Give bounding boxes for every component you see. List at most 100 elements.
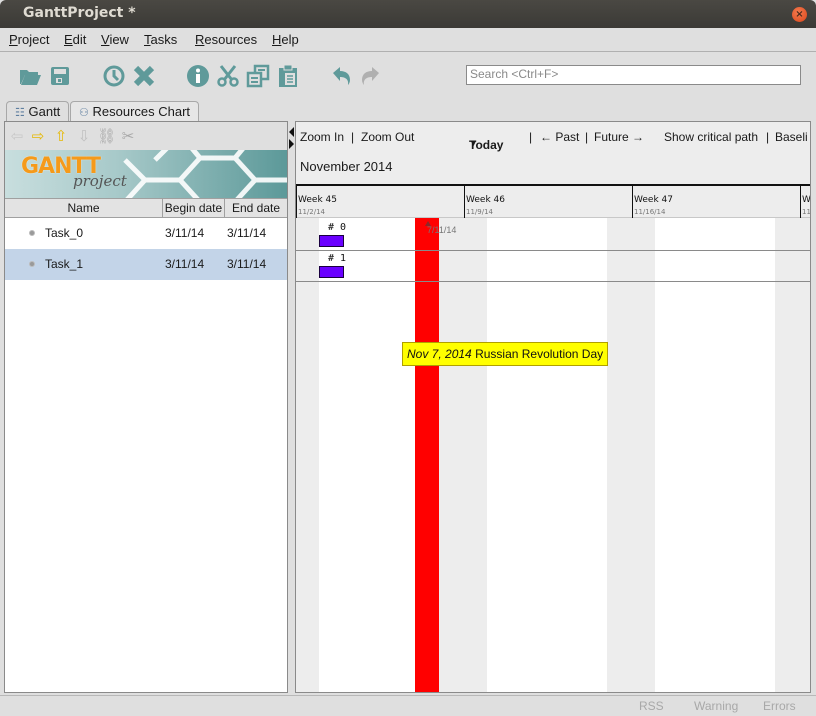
floppy-disk-icon[interactable] (48, 64, 72, 88)
errors-indicator[interactable]: Errors (763, 699, 796, 713)
column-header-end-date[interactable]: End date (225, 199, 287, 218)
column-header-name[interactable]: Name (5, 199, 163, 218)
tab-label: Resources Chart (92, 104, 191, 119)
menu-mnemonic: H (272, 32, 282, 47)
weekend-column (607, 218, 655, 692)
week-date: 11/16/14 (634, 208, 666, 216)
task-begin-date: 3/11/14 (165, 257, 205, 271)
menu-mnemonic: P (9, 32, 18, 47)
rss-indicator[interactable]: RSS (639, 699, 664, 713)
week-label: W (802, 195, 811, 205)
week-column: Week 47 11/16/14 (632, 186, 673, 218)
menu-mnemonic: R (195, 32, 205, 47)
close-button[interactable]: × (792, 7, 807, 22)
gantt-grid[interactable]: 7/11/14 # 0 # 1 (296, 218, 810, 692)
undo-icon[interactable] (330, 64, 354, 88)
zoom-in-link[interactable]: Zoom In (300, 130, 344, 144)
show-critical-path-link[interactable]: Show critical path (664, 130, 758, 144)
menu-project[interactable]: Project (9, 32, 49, 47)
menu-label: elp (281, 32, 299, 47)
weekend-column (439, 218, 487, 692)
task-end-date: 3/11/14 (227, 226, 267, 240)
collapse-left-icon[interactable] (289, 127, 294, 137)
menu-resources[interactable]: Resources (195, 32, 257, 47)
task-begin-date: 3/11/14 (165, 226, 205, 240)
arrow-down-icon[interactable]: ⇩ (75, 128, 93, 144)
window-title: GanttProject * (23, 5, 136, 21)
redo-icon[interactable] (358, 64, 382, 88)
menu-view[interactable]: View (101, 32, 129, 47)
tooltip-text: Russian Revolution Day (475, 347, 604, 361)
collapse-right-icon[interactable] (289, 139, 294, 149)
menu-edit[interactable]: Edit (64, 32, 86, 47)
app-window: GanttProject * × Project Edit View Tasks… (0, 0, 816, 716)
link-icon[interactable]: ⛓ (97, 128, 116, 144)
week-label: Week 47 (634, 195, 673, 205)
close-icon: × (795, 9, 804, 20)
people-icon: ⚇ (79, 107, 89, 119)
task-bullet-icon (29, 230, 35, 236)
panel-splitter[interactable] (288, 121, 295, 693)
baseline-link[interactable]: Baseli (775, 130, 808, 144)
today-marker-date: 7/11/14 (427, 225, 457, 235)
folder-open-icon[interactable] (18, 64, 42, 88)
menu-bar: Project Edit View Tasks Resources Help (0, 28, 816, 52)
task-bar-label: # 0 (328, 222, 347, 233)
unlink-icon[interactable]: ✂ (119, 128, 137, 144)
menu-label: iew (109, 32, 129, 47)
tab-gantt[interactable]: ☷ Gantt (6, 101, 70, 121)
week-column: Week 45 11/2/14 (296, 186, 337, 218)
past-link[interactable]: ← Past (540, 130, 579, 144)
task-nav-toolbar: ⇦ ⇨ ⇧ ⇩ ⛓ ✂ (5, 122, 287, 150)
task-end-date: 3/11/14 (227, 257, 267, 271)
week-label: Week 46 (466, 195, 505, 205)
copy-icon[interactable] (246, 64, 270, 88)
holiday-column (415, 218, 439, 692)
weekend-column (775, 218, 810, 692)
arrow-up-icon[interactable]: ⇧ (52, 128, 70, 144)
zoom-out-link[interactable]: Zoom Out (361, 130, 414, 144)
row-divider (296, 281, 810, 282)
clock-icon[interactable] (102, 64, 126, 88)
week-column: W 11/ (800, 186, 810, 218)
menu-tasks[interactable]: Tasks (144, 32, 177, 47)
logo-sub: project (73, 172, 127, 190)
separator: | (585, 130, 589, 144)
task-row[interactable]: Task_1 3/11/14 3/11/14 (5, 249, 287, 280)
separator: | (766, 130, 770, 144)
weekend-column (296, 218, 319, 692)
task-row[interactable]: Task_0 3/11/14 3/11/14 (5, 218, 287, 249)
week-date: 11/ (802, 208, 811, 216)
task-bar[interactable] (319, 266, 344, 278)
title-bar: GanttProject * × (0, 0, 816, 28)
view-tabs: ☷ Gantt ⚇ Resources Chart (0, 101, 816, 121)
chevron-down-icon: ▼ (469, 138, 478, 148)
task-table-header: Name Begin date End date (5, 198, 287, 218)
task-bar[interactable] (319, 235, 344, 247)
column-header-begin-date[interactable]: Begin date (163, 199, 225, 218)
arrow-right-icon[interactable]: ⇨ (29, 128, 47, 144)
tab-label: Gantt (28, 104, 61, 119)
ganttproject-logo: GANTT project (5, 150, 287, 198)
tab-resources-chart[interactable]: ⚇ Resources Chart (70, 101, 200, 121)
search-input[interactable]: Search <Ctrl+F> (466, 65, 801, 85)
future-link[interactable]: Future → (594, 130, 644, 144)
status-bar: RSS Warning Errors (0, 695, 816, 716)
menu-label: esources (204, 32, 258, 47)
separator: | (529, 130, 533, 144)
info-icon[interactable] (186, 64, 210, 88)
task-bar-label: # 1 (328, 253, 347, 264)
month-label: November 2014 (300, 159, 393, 174)
warning-indicator[interactable]: Warning (694, 699, 738, 713)
task-name: Task_1 (45, 257, 84, 271)
menu-help[interactable]: Help (272, 32, 299, 47)
week-label: Week 45 (298, 195, 337, 205)
scissors-icon[interactable] (216, 64, 240, 88)
menu-label: dit (72, 32, 87, 47)
chart-toolbar: Zoom In | Zoom Out Today ▼ | ← Past | Fu… (296, 122, 810, 184)
arrow-left-icon[interactable]: ⇦ (8, 128, 26, 144)
x-delete-icon[interactable] (132, 64, 156, 88)
tree-list-icon: ☷ (15, 107, 25, 119)
week-column: Week 46 11/9/14 (464, 186, 505, 218)
clipboard-icon[interactable] (276, 64, 300, 88)
